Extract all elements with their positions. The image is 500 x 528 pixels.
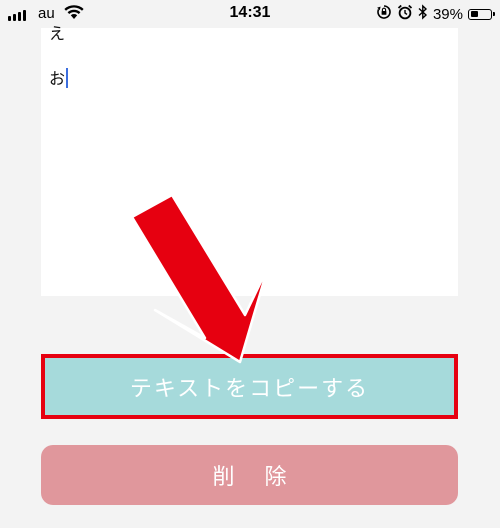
bluetooth-icon	[418, 4, 428, 24]
note-text-area[interactable]: え お	[41, 24, 458, 296]
copy-text-button[interactable]: テキストをコピーする	[41, 354, 458, 419]
text-caret	[66, 68, 69, 88]
status-bar: au 14:31 39%	[0, 0, 500, 28]
copy-text-button-label: テキストをコピーする	[45, 358, 454, 415]
delete-button[interactable]: 削除	[41, 445, 458, 505]
orientation-lock-icon	[376, 4, 392, 24]
alarm-icon	[397, 4, 413, 24]
text-line-content: お	[49, 69, 66, 88]
text-line: え	[49, 24, 66, 43]
battery-fill	[470, 11, 478, 17]
battery-percent: 39%	[432, 5, 463, 23]
text-line: お	[49, 68, 69, 89]
battery-icon	[468, 8, 495, 20]
